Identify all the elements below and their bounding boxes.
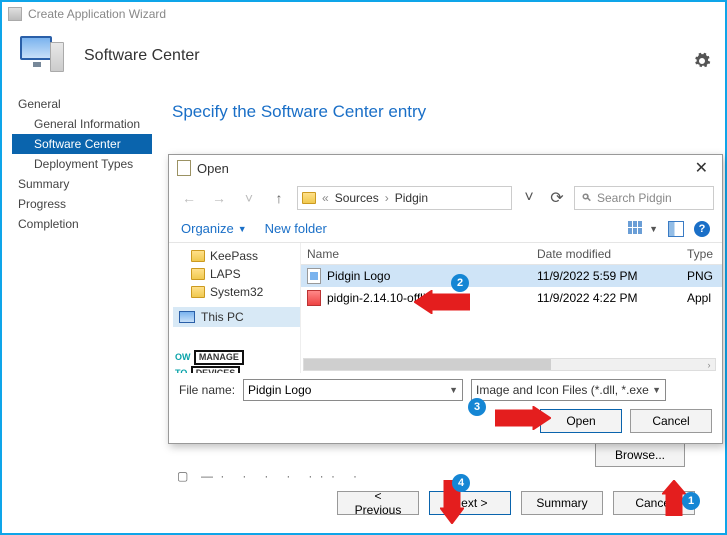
annotation-badge-1: 1 <box>682 492 700 510</box>
search-placeholder: Search Pidgin <box>597 191 672 205</box>
refresh-icon[interactable]: ⟳ <box>546 186 568 210</box>
previous-button[interactable]: < Previous <box>337 491 419 515</box>
nav-recent-icon[interactable]: ˅ <box>237 186 261 210</box>
dialog-nav-row: ← → ˅ ↑ « Sources › Pidgin ˅ ⟳ Search Pi… <box>169 181 722 215</box>
image-file-icon <box>307 268 321 284</box>
folder-icon <box>191 268 205 280</box>
tree-item-laps[interactable]: LAPS <box>173 265 300 283</box>
help-icon[interactable]: ? <box>694 221 710 237</box>
view-grid-icon <box>628 221 646 237</box>
file-row-pidgin-logo[interactable]: Pidgin Logo 11/9/2022 5:59 PM PNG <box>301 265 722 287</box>
breadcrumb-sources[interactable]: Sources <box>335 191 379 205</box>
dialog-toolbar: Organize▼ New folder ▼ ? <box>169 215 722 243</box>
gear-icon[interactable] <box>693 52 711 70</box>
col-type[interactable]: Type <box>681 247 722 261</box>
file-list: Name Date modified Type Pidgin Logo 11/9… <box>301 243 722 373</box>
dialog-titlebar: Open ✕ <box>169 155 722 181</box>
tree-item-this-pc[interactable]: This PC <box>173 307 300 327</box>
address-bar[interactable]: « Sources › Pidgin <box>297 186 512 210</box>
preview-pane-icon[interactable] <box>668 221 684 237</box>
search-icon <box>581 192 593 204</box>
file-name-input[interactable]: Pidgin Logo ▼ <box>243 379 463 401</box>
view-mode-button[interactable]: ▼ <box>628 221 658 237</box>
wizard-titlebar: Create Application Wizard <box>2 2 725 26</box>
open-button[interactable]: Open <box>540 409 622 433</box>
summary-button[interactable]: Summary <box>521 491 603 515</box>
scroll-left-icon[interactable]: ‹ <box>301 359 303 370</box>
nav-deployment-types[interactable]: Deployment Types <box>12 154 152 174</box>
watermark-logo: OW MANAGE TO DEVICES <box>173 349 300 373</box>
tree-item-system32[interactable]: System32 <box>173 283 300 301</box>
wizard-header-title: Software Center <box>84 47 200 65</box>
annotation-arrow-3 <box>495 406 551 430</box>
dialog-bottom: File name: Pidgin Logo ▼ Image and Icon … <box>169 373 722 443</box>
nav-progress[interactable]: Progress <box>12 194 152 214</box>
scroll-thumb[interactable] <box>304 359 551 370</box>
scroll-right-icon[interactable]: › <box>702 359 716 370</box>
caret-down-icon[interactable]: ▼ <box>652 385 661 395</box>
pc-icon <box>179 311 195 323</box>
folder-icon <box>302 192 316 204</box>
nav-completion[interactable]: Completion <box>12 214 152 234</box>
nav-software-center[interactable]: Software Center <box>12 134 152 154</box>
file-row-pidgin-offline[interactable]: pidgin-2.14.10-offline 11/9/2022 4:22 PM… <box>301 287 722 309</box>
file-list-header: Name Date modified Type <box>301 243 722 265</box>
annotation-arrow-2 <box>414 290 470 314</box>
file-type-filter[interactable]: Image and Icon Files (*.dll, *.exe ▼ <box>471 379 666 401</box>
nav-back-icon[interactable]: ← <box>177 186 201 210</box>
file-name-label: File name: <box>179 383 235 397</box>
col-name[interactable]: Name <box>301 247 531 261</box>
tree-item-keepass[interactable]: KeePass <box>173 247 300 265</box>
nav-up-icon[interactable]: ↑ <box>267 186 291 210</box>
address-dropdown-icon[interactable]: ˅ <box>518 186 540 210</box>
page-heading: Specify the Software Center entry <box>172 102 705 122</box>
installer-file-icon <box>307 290 321 306</box>
caret-down-icon: ▼ <box>649 224 658 234</box>
caret-down-icon: ▼ <box>238 224 247 234</box>
wizard-nav: General General Information Software Cen… <box>2 90 152 432</box>
dialog-cancel-button[interactable]: Cancel <box>630 409 712 433</box>
search-input[interactable]: Search Pidgin <box>574 186 714 210</box>
truncated-checkbox-row: ▢ — · · · · · · · · <box>177 469 359 483</box>
chevron-icon: › <box>383 191 391 205</box>
software-center-icon <box>20 36 68 76</box>
folder-tree: KeePass LAPS System32 This PC OW MANAGE … <box>169 243 301 373</box>
wizard-window-title: Create Application Wizard <box>28 7 166 21</box>
nav-forward-icon[interactable]: → <box>207 186 231 210</box>
close-icon[interactable]: ✕ <box>689 158 714 178</box>
wizard-button-row: < Previous Next > Summary Cancel <box>337 491 695 515</box>
nav-summary[interactable]: Summary <box>12 174 152 194</box>
wizard-header: Software Center <box>2 26 725 90</box>
browse-button[interactable]: Browse... <box>595 443 685 467</box>
wizard-window-icon <box>8 7 22 21</box>
folder-icon <box>191 250 205 262</box>
annotation-badge-4: 4 <box>452 474 470 492</box>
new-folder-button[interactable]: New folder <box>265 221 327 236</box>
breadcrumb-pidgin[interactable]: Pidgin <box>395 191 428 205</box>
folder-icon <box>191 286 205 298</box>
nav-general[interactable]: General <box>12 94 152 114</box>
annotation-badge-3: 3 <box>468 398 486 416</box>
caret-down-icon[interactable]: ▼ <box>449 385 458 395</box>
horizontal-scrollbar[interactable]: ‹ › <box>303 358 716 371</box>
document-icon <box>177 160 191 176</box>
annotation-badge-2: 2 <box>451 274 469 292</box>
col-date[interactable]: Date modified <box>531 247 681 261</box>
organize-menu[interactable]: Organize▼ <box>181 221 247 236</box>
dialog-title: Open <box>197 161 229 176</box>
nav-general-info[interactable]: General Information <box>12 114 152 134</box>
chevron-icon: « <box>320 191 331 205</box>
